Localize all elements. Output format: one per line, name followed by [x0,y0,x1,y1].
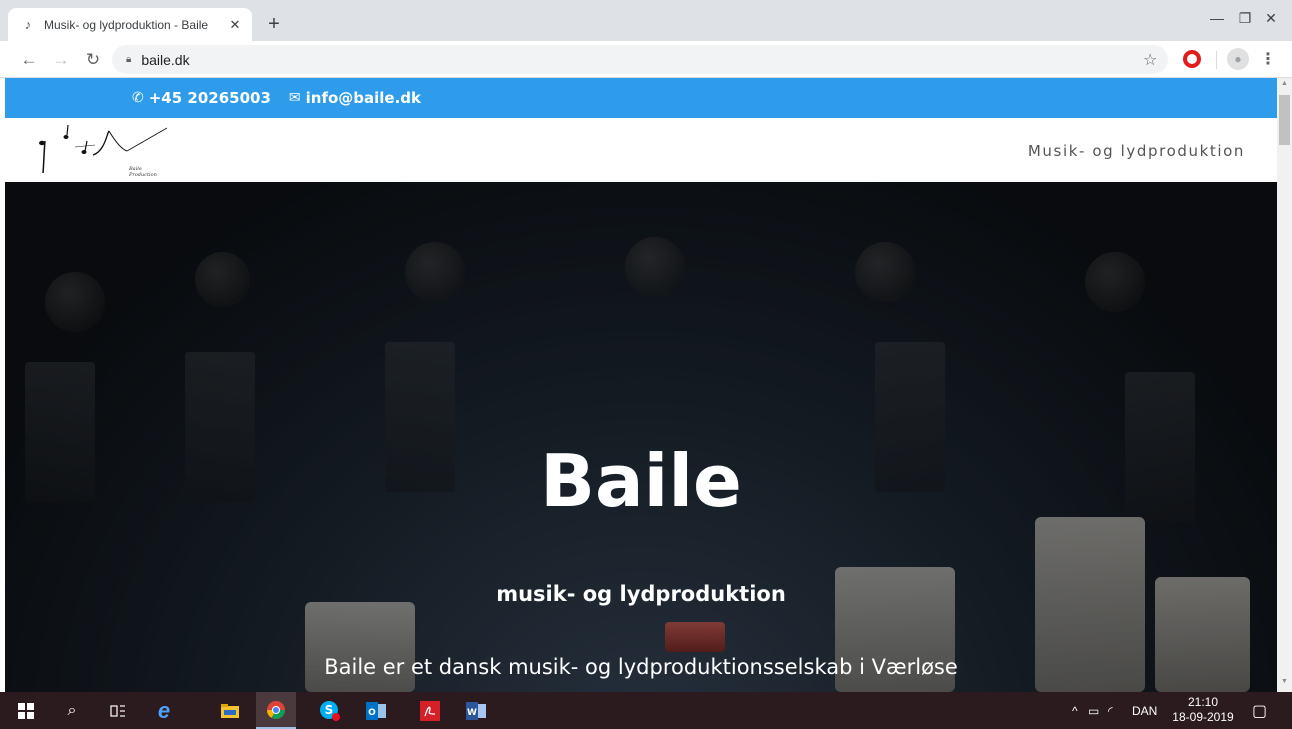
language-indicator[interactable]: DAN [1132,692,1157,729]
address-bar[interactable]: 🔒︎ baile.dk [112,45,1168,74]
site-header: Baile Production Musik- og lydproduktion [5,118,1277,182]
tab-title: Musik- og lydproduktion - Baile [44,17,209,32]
toolbar-divider [1216,51,1217,69]
scroll-thumb[interactable] [1279,95,1290,145]
hero-overlay [5,182,1277,692]
reload-icon[interactable]: ↻ [80,47,106,73]
tab-close-icon[interactable]: ✕ [226,16,244,34]
logo-caption: Baile Production [129,166,157,178]
new-tab-button[interactable]: + [262,12,286,36]
chrome-icon[interactable] [256,692,296,729]
windows-start-icon[interactable] [6,692,46,729]
svg-text:S: S [325,703,334,717]
music-note-favicon-icon: ♪ [24,17,32,32]
bookmark-star-icon[interactable]: ☆ [1143,50,1157,70]
hero-description: Baile er et dansk musik- og lydproduktio… [324,655,958,679]
internet-explorer-icon[interactable]: e [144,692,184,729]
page-viewport: ✆ +45 20265003 ✉ info@baile.dk Baile Pro… [0,78,1292,692]
outlook-icon[interactable]: O [356,692,396,729]
phone-link[interactable]: ✆ +45 20265003 [132,89,271,107]
file-explorer-icon[interactable] [210,692,250,729]
window-close-button[interactable]: ✕ [1248,0,1292,36]
forward-arrow-icon[interactable]: → [48,47,74,73]
task-view-icon[interactable] [98,692,138,729]
scroll-down-arrow-icon[interactable]: ▼ [1277,678,1292,690]
skype-icon[interactable]: S [310,692,350,729]
page-scrollbar[interactable]: ▲ ▼ [1277,78,1292,692]
wifi-icon[interactable]: ◜ [1108,692,1113,729]
svg-text:O: O [368,708,376,718]
battery-icon[interactable]: ▭ [1088,692,1099,729]
action-center-icon[interactable]: ▢ [1252,692,1267,729]
search-icon[interactable]: ⌕ [52,692,92,729]
opera-extension-icon[interactable] [1183,50,1201,68]
svg-text:W: W [467,708,477,718]
windows-taskbar: ⌕ e S O W ^ ▭ ◜ DAN 21:10 18-09-2019 ▢ [0,692,1292,729]
hero-title: Baile [540,439,742,523]
nav-item-home[interactable]: Musik- og lydproduktion [1028,142,1245,160]
browser-tab[interactable]: ♪ Musik- og lydproduktion - Baile ✕ [8,8,252,41]
hero-subtitle: musik- og lydproduktion [496,582,786,606]
lock-icon: 🔒︎ [126,54,132,65]
url-text: baile.dk [141,51,190,68]
email-link[interactable]: ✉ info@baile.dk [289,89,421,107]
clock-date: 18-09-2019 [1172,710,1234,724]
hero-banner: Baile musik- og lydproduktion Baile er e… [5,182,1277,692]
envelope-icon: ✉ [288,90,301,106]
word-icon[interactable]: W [456,692,496,729]
acrobat-reader-icon[interactable] [410,692,450,729]
phone-icon: ✆ [132,90,144,106]
tray-chevron-icon[interactable]: ^ [1072,692,1078,729]
email-address: info@baile.dk [305,89,422,107]
system-clock[interactable]: 21:10 18-09-2019 [1168,695,1238,725]
site-logo[interactable]: Baile Production [35,123,169,178]
browser-tab-strip: ♪ Musik- og lydproduktion - Baile ✕ + — … [0,0,1292,41]
scroll-up-arrow-icon[interactable]: ▲ [1277,80,1292,92]
profile-avatar-icon[interactable]: ● [1227,48,1249,70]
browser-toolbar: ← → ↻ 🔒︎ baile.dk ☆ ● ⋮ [0,41,1292,78]
clock-time: 21:10 [1187,695,1219,709]
contact-bar: ✆ +45 20265003 ✉ info@baile.dk [5,78,1277,118]
back-arrow-icon[interactable]: ← [16,47,42,73]
browser-menu-icon[interactable]: ⋮ [1260,49,1276,69]
phone-number: +45 20265003 [148,89,271,107]
